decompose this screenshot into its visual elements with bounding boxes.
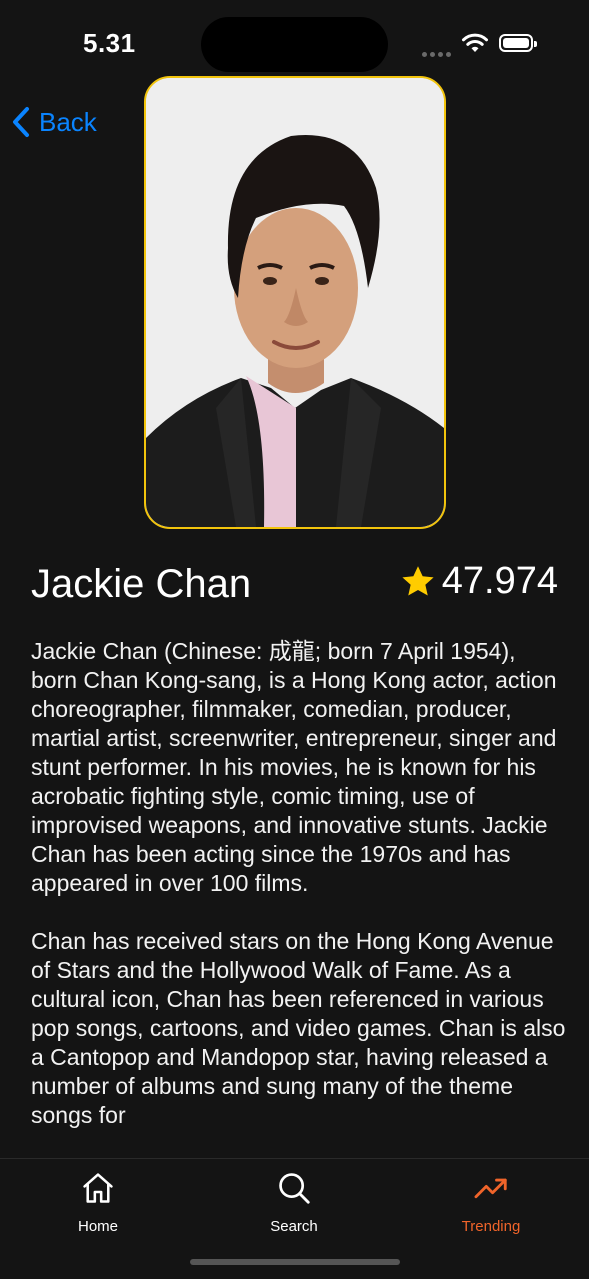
popularity-value: 47.974 [441, 560, 558, 602]
tab-trending[interactable]: Trending [421, 1169, 561, 1235]
status-bar: 5.31 [0, 0, 589, 80]
chevron-left-icon [13, 107, 29, 137]
status-time: 5.31 [83, 28, 136, 58]
profile-photo [144, 76, 446, 529]
tab-label: Trending [461, 1218, 521, 1235]
house-icon [83, 1173, 113, 1203]
biography: Jackie Chan (Chinese: 成龍; born 7 April 1… [31, 637, 566, 1159]
trending-icon [474, 1178, 507, 1199]
tab-label: Search [270, 1218, 318, 1235]
back-button[interactable]: Back [11, 106, 97, 138]
tab-search[interactable]: Search [224, 1169, 364, 1235]
bio-paragraph: Chan has received stars on the Hong Kong… [31, 928, 566, 1128]
popularity-rating: 47.974 [400, 560, 558, 603]
bio-paragraph: Jackie Chan (Chinese: 成龍; born 7 April 1… [31, 638, 557, 896]
home-indicator [190, 1259, 400, 1265]
tab-label: Home [77, 1218, 118, 1235]
person-name: Jackie Chan [31, 562, 252, 606]
wifi-icon [461, 32, 489, 59]
battery-icon [499, 34, 537, 52]
portrait-illustration [146, 78, 444, 527]
star-icon [402, 565, 434, 595]
dynamic-island [201, 17, 388, 72]
cellular-signal-icon [422, 44, 454, 57]
back-label: Back [39, 106, 97, 137]
tab-home[interactable]: Home [28, 1169, 168, 1235]
magnifier-icon [279, 1173, 310, 1204]
